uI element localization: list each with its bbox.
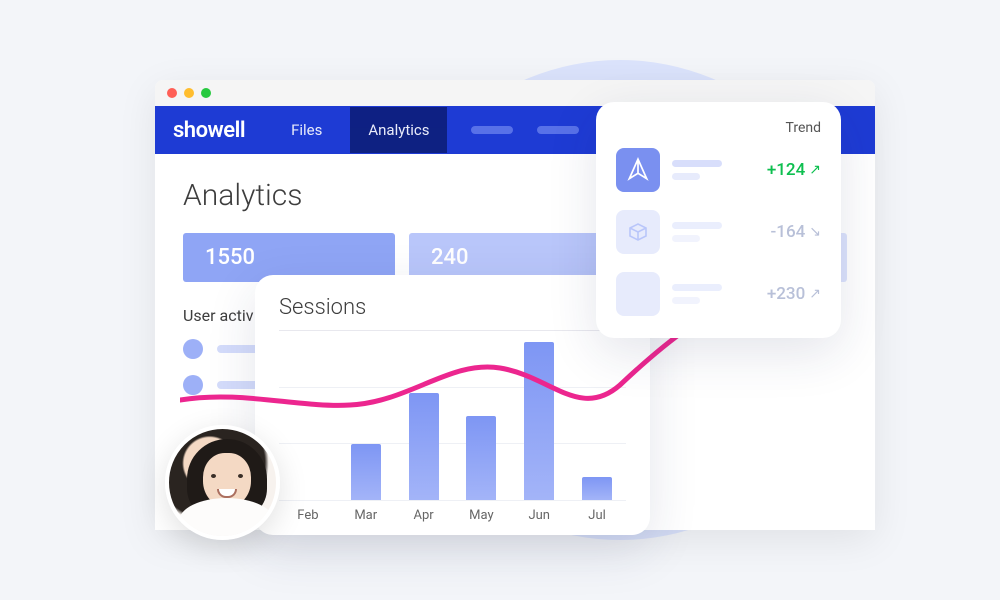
chart-x-label: Jul [582,508,612,523]
chart-x-label: May [466,508,496,523]
arrow-down-icon: ↘ [809,224,821,240]
chart-bar [524,342,554,500]
trend-row[interactable]: -164 ↘ [616,210,821,254]
chart-x-label: Apr [409,508,439,523]
nav-item-files[interactable]: Files [273,107,340,153]
chart-bar [351,444,381,500]
window-maximize-icon[interactable] [201,88,211,98]
trend-value: +230 ↗ [767,284,821,304]
chart-x-label: Jun [524,508,554,523]
nav-placeholder-icon [537,126,579,134]
brand-logo[interactable]: showell [173,118,245,143]
sessions-chart [279,330,626,500]
square-icon [616,272,660,316]
window-close-icon[interactable] [167,88,177,98]
cube-icon [616,210,660,254]
nav-item-analytics[interactable]: Analytics [350,107,447,153]
chart-bars [279,331,626,500]
activity-dot-icon [183,375,203,395]
nav-placeholder-icon [471,126,513,134]
chart-x-labels: Feb Mar Apr May Jun Jul [279,508,626,523]
paper-plane-icon [616,148,660,192]
chart-bar [466,416,496,501]
chart-bar [409,393,439,500]
trend-row[interactable]: +124 ↗ [616,148,821,192]
trend-value: +124 ↗ [767,160,821,180]
activity-dot-icon [183,339,203,359]
arrow-up-icon: ↗ [809,162,821,178]
chart-x-label: Feb [293,508,323,523]
sessions-title: Sessions [279,295,626,320]
arrow-up-icon: ↗ [809,286,821,302]
trend-card: Trend +124 ↗ -164 ↘ [596,102,841,338]
trend-row[interactable]: +230 ↗ [616,272,821,316]
window-minimize-icon[interactable] [184,88,194,98]
sessions-card: Sessions Feb Mar Apr May Jun Jul [255,275,650,535]
trend-label-placeholder [672,222,759,242]
user-avatar[interactable] [165,425,280,540]
trend-header: Trend [616,120,821,136]
chart-bar [582,477,612,500]
trend-label-placeholder [672,284,755,304]
trend-label-placeholder [672,160,755,180]
chart-x-label: Mar [351,508,381,523]
trend-value: -164 ↘ [771,222,822,242]
